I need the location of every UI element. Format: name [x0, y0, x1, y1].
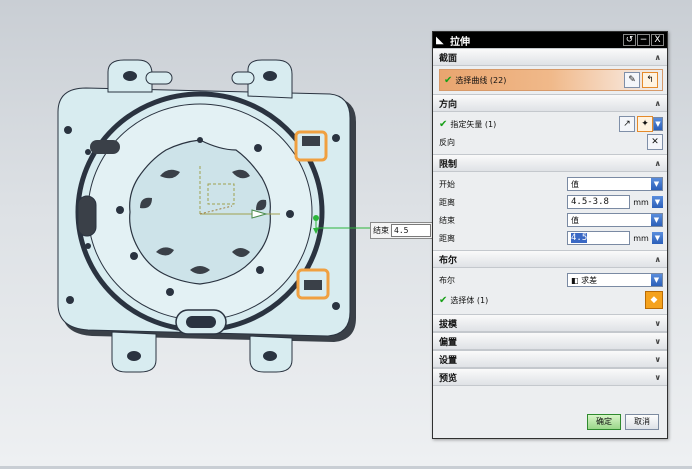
start-distance-menu-icon[interactable]: ▼ [652, 196, 663, 208]
section-header-boolean[interactable]: 布尔 ∧ [433, 250, 667, 268]
chevron-up-icon[interactable]: ∧ [655, 99, 662, 108]
close-button[interactable]: X [651, 34, 664, 46]
minimize-button[interactable]: − [637, 34, 650, 46]
end-type-select[interactable]: 值 ▼ [567, 213, 663, 227]
extrude-dialog: ◣ 拉伸 ↺ − X 截面 ∧ ✔ 选择曲线 (22) ✎ ↰ 方向 ∧ ✔ 指… [432, 31, 668, 439]
start-distance-unit: mm [633, 197, 649, 207]
specify-vector-label: 指定矢量 (1) [450, 119, 497, 129]
end-distance-label: 距离 [439, 233, 455, 243]
direction-label: 方向 [439, 99, 458, 110]
boolean-value: ◧ 求差 [571, 275, 598, 285]
draft-label: 拔模 [439, 319, 458, 330]
end-distance-menu-icon[interactable]: ▼ [652, 232, 663, 244]
select-body-row[interactable]: ✔ 选择体 (1) ◆ [439, 289, 663, 311]
section-header-preview[interactable]: 预览 ∨ [433, 368, 667, 386]
chevron-up-icon[interactable]: ∧ [655, 255, 662, 264]
boolean-value-text: 求差 [581, 275, 598, 285]
reverse-label: 反向 [439, 137, 455, 147]
vector-type-icon[interactable]: ✦ [637, 116, 653, 132]
reverse-direction-icon[interactable]: ✕ [647, 134, 663, 150]
start-type-value: 值 [571, 179, 579, 189]
boolean-label: 布尔 [439, 275, 455, 285]
select-curve-label: 选择曲线 (22) [455, 75, 507, 85]
drag-handle-top [313, 215, 319, 221]
dialog-titlebar[interactable]: ◣ 拉伸 ↺ − X [433, 32, 667, 48]
curve-select-icon[interactable]: ↰ [642, 72, 658, 88]
end-onscreen-label: 结束 [373, 226, 389, 235]
chevron-down-icon[interactable]: ∨ [655, 355, 662, 364]
settings-label: 设置 [439, 355, 458, 366]
section-header-draft[interactable]: 拔模 ∨ [433, 314, 667, 332]
end-distance-selected-text: 4.5 [571, 233, 588, 243]
section-header-limits[interactable]: 限制 ∧ [433, 154, 667, 172]
section-header-offset[interactable]: 偏置 ∨ [433, 332, 667, 350]
select-body-label: 选择体 (1) [450, 295, 489, 305]
start-type-select[interactable]: 值 ▼ [567, 177, 663, 191]
boolean-section-label: 布尔 [439, 255, 458, 266]
end-distance-field[interactable]: 4.5 mm ▼ [567, 231, 663, 245]
start-distance-input[interactable]: 4.5-3.8 [567, 195, 630, 209]
chevron-down-icon[interactable]: ∨ [655, 337, 662, 346]
reverse-direction-row[interactable]: 反向 ✕ [439, 133, 663, 151]
check-icon: ✔ [439, 118, 448, 130]
extrude-icon: ◣ [436, 34, 444, 46]
boolean-select[interactable]: ◧ 求差 ▼ [567, 273, 663, 287]
solid-body-icon[interactable]: ◆ [645, 291, 663, 309]
sketch-section-icon[interactable]: ✎ [624, 72, 640, 88]
limits-label: 限制 [439, 159, 458, 170]
vector-type-dropdown[interactable]: ▼ [653, 117, 663, 131]
chevron-down-icon[interactable]: ∨ [655, 373, 662, 382]
chevron-up-icon[interactable]: ∧ [655, 159, 662, 168]
end-distance-input[interactable]: 4.5 [567, 231, 630, 245]
cancel-button[interactable]: 取消 [625, 414, 659, 430]
dialog-title: 拉伸 [450, 36, 470, 48]
section-header-settings[interactable]: 设置 ∨ [433, 350, 667, 368]
end-label: 结束 [439, 215, 455, 225]
chevron-down-icon[interactable]: ▼ [651, 178, 662, 190]
start-label: 开始 [439, 179, 455, 189]
check-icon: ✔ [444, 74, 453, 86]
end-onscreen-value[interactable]: 4.5 [391, 224, 431, 237]
start-distance-label: 距离 [439, 197, 455, 207]
offset-label: 偏置 [439, 337, 458, 348]
vector-constructor-icon[interactable]: ↗ [619, 116, 635, 132]
chevron-down-icon[interactable]: ▼ [651, 214, 662, 226]
start-distance-field[interactable]: 4.5-3.8 mm ▼ [567, 195, 663, 209]
chevron-down-icon[interactable]: ▼ [651, 274, 662, 286]
specify-vector-row[interactable]: ✔ 指定矢量 (1) ↗ ✦ ▼ [439, 115, 663, 133]
chevron-up-icon[interactable]: ∧ [655, 53, 662, 62]
check-icon: ✔ [439, 294, 448, 306]
preview-label: 预览 [439, 373, 458, 384]
ok-button[interactable]: 确定 [587, 414, 621, 430]
section-header-direction[interactable]: 方向 ∧ [433, 94, 667, 112]
reset-button[interactable]: ↺ [623, 34, 636, 46]
section-header-section[interactable]: 截面 ∧ [433, 48, 667, 66]
chevron-down-icon[interactable]: ∨ [655, 319, 662, 328]
end-type-value: 值 [571, 215, 579, 225]
select-curve-row[interactable]: ✔ 选择曲线 (22) ✎ ↰ [439, 69, 663, 91]
end-distance-unit: mm [633, 233, 649, 243]
section-label: 截面 [439, 53, 458, 64]
